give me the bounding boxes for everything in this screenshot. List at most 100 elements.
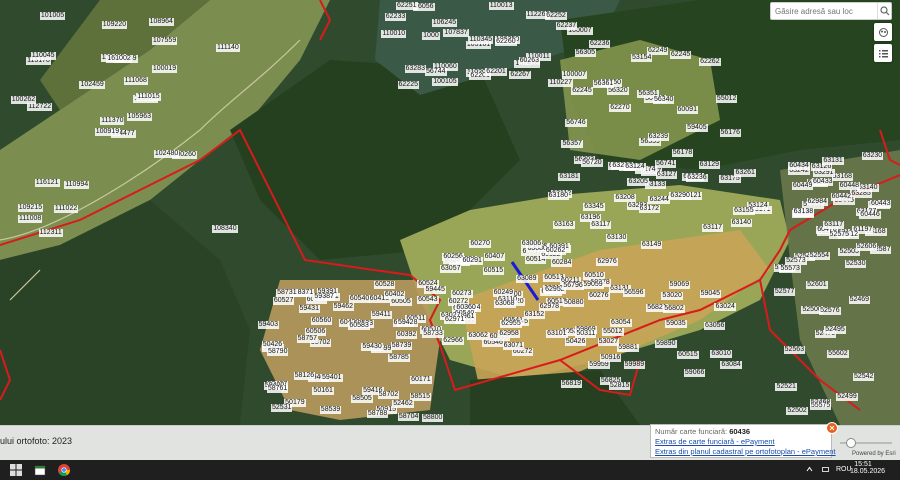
parcel-label[interactable]: 62270 (609, 104, 631, 113)
parcel-label[interactable]: 59069 (668, 280, 691, 289)
parcel-label[interactable]: 101005 (39, 11, 66, 20)
parcel-label[interactable]: 56178 (671, 149, 694, 158)
parcel-label[interactable]: 63057 (440, 265, 462, 274)
parcel-label[interactable]: 58702 (377, 391, 400, 400)
parcel-label[interactable]: 60262 (544, 247, 567, 256)
parcel-label[interactable]: 62978 (538, 303, 561, 312)
parcel-label[interactable]: 63236 (686, 173, 708, 182)
parcel-label[interactable]: 56340 (652, 95, 675, 104)
parcel-label[interactable]: 62260 (495, 38, 517, 47)
parcel-label[interactable]: 60276 (588, 291, 610, 300)
parcel-label[interactable]: 62225 (397, 81, 419, 90)
parcel-label[interactable]: 100007 (561, 70, 588, 79)
parcel-label[interactable]: 63062 (467, 332, 489, 341)
parcel-label[interactable]: 56819 (560, 379, 583, 388)
basemap-button[interactable] (874, 23, 892, 41)
parcel-label[interactable]: 62958 (498, 330, 520, 339)
parcel-label[interactable]: 56176 (719, 129, 741, 138)
parcel-label[interactable]: 60433 (812, 177, 834, 186)
parcel-label[interactable]: 60448 (838, 181, 861, 190)
parcel-label[interactable]: 63129 (698, 160, 721, 169)
map-view[interactable]: 1144771151701113701092151139641109941089… (0, 0, 900, 425)
parcel-label[interactable]: 63130 (605, 234, 628, 243)
parcel-label[interactable]: 52462 (392, 399, 414, 408)
parcel-label[interactable]: 63054 (610, 319, 632, 328)
parcel-label[interactable]: 56744 (425, 68, 447, 77)
parcel-label[interactable]: 60446 (859, 210, 881, 219)
parcel-label[interactable]: 110227 (548, 79, 574, 88)
parcel-label[interactable]: 58800 (421, 414, 444, 422)
parcel-label[interactable]: 59462 (332, 302, 355, 311)
parcel-label[interactable]: 58731 (276, 288, 298, 297)
parcel-label[interactable]: 63006 (520, 240, 543, 249)
parcel-label[interactable]: 63124 (624, 162, 646, 171)
parcel-label[interactable]: 60263 (518, 57, 541, 66)
opacity-slider[interactable] (840, 438, 892, 448)
parcel-label[interactable]: 62251 (396, 1, 418, 10)
parcel-label[interactable]: 63140 (730, 219, 753, 228)
parcel-label[interactable]: 111022 (53, 205, 79, 214)
parcel-label[interactable]: 56305 (574, 49, 597, 58)
parcel-label[interactable]: 60515 (482, 267, 505, 276)
parcel-label[interactable]: 59045 (699, 289, 722, 298)
clock[interactable]: 15:51 18.05.2026 (850, 461, 885, 475)
parcel-label[interactable]: 63138 (792, 208, 815, 217)
parcel-label[interactable]: 1000 (422, 32, 440, 41)
parcel-label[interactable]: 55575 (809, 402, 832, 411)
taskbar-app-calendar[interactable] (32, 462, 48, 478)
parcel-label[interactable]: 53027 (597, 337, 620, 346)
parcel-label[interactable]: 56320 (607, 87, 629, 96)
parcel-label[interactable]: 63127 (655, 170, 678, 179)
layer-list-button[interactable] (874, 44, 892, 62)
parcel-label[interactable]: 62201 (485, 68, 507, 77)
tray-chevron-icon[interactable] (806, 466, 813, 474)
parcel-label[interactable]: 56596 (623, 289, 645, 298)
parcel-label[interactable]: 59890 (655, 340, 677, 349)
parcel-label[interactable]: 52499 (836, 393, 858, 402)
parcel-label[interactable]: 63010 (710, 350, 732, 359)
parcel-label[interactable]: 63290 (669, 192, 691, 201)
parcel-label[interactable]: 63172 (638, 205, 660, 214)
parcel-label[interactable]: 63244 (648, 196, 670, 205)
parcel-label[interactable]: 52601 (806, 280, 828, 289)
parcel-label[interactable]: 62262 (699, 58, 721, 67)
parcel-label[interactable]: 63239 (647, 132, 670, 141)
parcel-label[interactable]: 58739 (390, 341, 413, 350)
parcel-label[interactable]: 59403 (257, 320, 280, 329)
parcel-label[interactable]: 63024 (714, 303, 736, 312)
parcel-label[interactable]: 60270 (469, 240, 491, 249)
parcel-label[interactable]: 60171 (410, 376, 432, 385)
parcel-label[interactable]: 63084 (720, 361, 742, 370)
parcel-label[interactable]: 56741 (655, 159, 677, 168)
parcel-label[interactable]: 59059 (582, 281, 604, 290)
parcel-label[interactable]: 63140 (857, 183, 879, 192)
parcel-label[interactable]: 58761 (266, 385, 289, 394)
parcel-label[interactable]: 60443 (870, 199, 892, 208)
parcel-label[interactable]: 161002 (106, 54, 132, 63)
parcel-label[interactable]: 62245 (571, 86, 593, 95)
parcel-label[interactable]: 60442 (830, 193, 853, 202)
search-button[interactable] (877, 3, 891, 19)
parcel-label[interactable]: 56746 (565, 119, 587, 128)
parcel-label[interactable]: 109215 (17, 203, 44, 212)
parcel-label[interactable]: 63168 (831, 172, 853, 181)
start-button[interactable] (8, 462, 24, 478)
parcel-label[interactable]: 107837 (443, 29, 469, 38)
parcel-label[interactable]: 58126 (293, 372, 316, 381)
parcel-label[interactable]: 55602 (827, 350, 849, 358)
parcel-label[interactable]: 52530 (845, 259, 867, 268)
extract-land-book-link[interactable]: Extras de carte funciară - ePayment (655, 437, 775, 446)
popup-close-button[interactable] (826, 422, 838, 434)
parcel-label[interactable]: 60407 (483, 252, 506, 261)
parcel-label[interactable]: 63205 (627, 178, 649, 187)
parcel-label[interactable]: 60284 (550, 259, 573, 268)
parcel-label[interactable]: 63261 (734, 168, 756, 177)
parcel-label[interactable]: 63163 (553, 220, 575, 229)
parcel-label[interactable]: 60291 (461, 256, 483, 265)
parcel-label[interactable]: 63181 (558, 173, 580, 182)
parcel-label[interactable]: 60273 (451, 290, 473, 299)
parcel-label[interactable]: 59411 (370, 310, 392, 319)
parcel-label[interactable]: 59431 (298, 305, 320, 314)
parcel-label[interactable]: 63152 (523, 311, 546, 320)
parcel-label[interactable]: 60434 (788, 161, 810, 170)
